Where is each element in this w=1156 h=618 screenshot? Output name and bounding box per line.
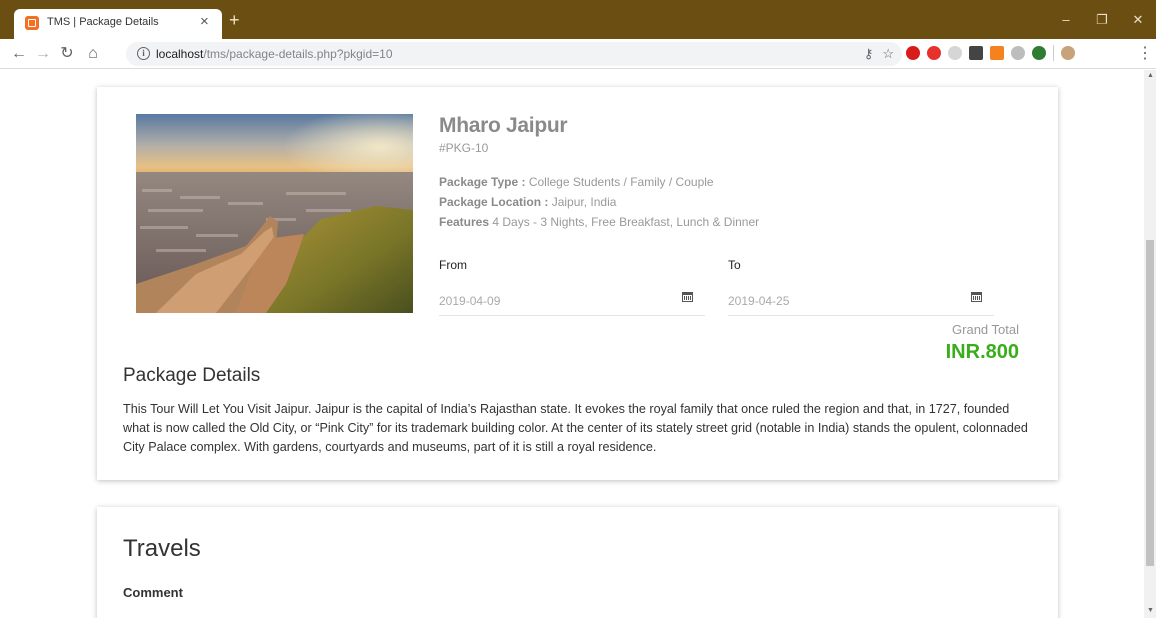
to-date-value[interactable]: 2019-04-25 xyxy=(728,294,789,308)
comment-label: Comment xyxy=(123,585,183,600)
scroll-up-arrow-icon[interactable]: ▲ xyxy=(1147,72,1154,79)
scrollbar-thumb[interactable] xyxy=(1146,240,1154,566)
browser-tab[interactable]: TMS | Package Details × xyxy=(14,9,222,39)
grand-total-value: INR.800 xyxy=(945,341,1019,363)
package-code: #PKG-10 xyxy=(439,141,489,155)
forward-arrow-icon[interactable]: → xyxy=(32,43,54,65)
minimize-button[interactable]: – xyxy=(1048,0,1084,39)
package-info: Mharo Jaipur #PKG-10 Package Type : Coll… xyxy=(439,114,1029,232)
to-date-group: To 2019-04-25 xyxy=(728,258,994,316)
rss-extension-icon[interactable] xyxy=(990,46,1004,60)
site-favicon-icon xyxy=(25,16,39,30)
extensions-bar xyxy=(906,45,1075,61)
restore-button[interactable]: ❐ xyxy=(1084,0,1120,39)
package-features-row: Features 4 Days - 3 Nights, Free Breakfa… xyxy=(439,215,760,229)
close-window-button[interactable]: ✕ xyxy=(1120,0,1156,39)
travels-title: Travels xyxy=(123,535,201,562)
tab-title: TMS | Package Details xyxy=(47,16,159,28)
browser-menu-icon[interactable]: ⋮ xyxy=(1137,43,1153,63)
bookmark-star-icon[interactable]: ☆ xyxy=(882,46,894,62)
travels-card: Travels Comment xyxy=(97,507,1058,618)
profile-avatar[interactable] xyxy=(1061,46,1075,60)
back-arrow-icon[interactable]: ← xyxy=(8,43,30,65)
package-details-title: Package Details xyxy=(123,365,261,386)
from-date-input[interactable]: 2019-04-09 xyxy=(439,292,705,316)
tab-close-icon[interactable]: × xyxy=(200,14,209,30)
package-location-row: Package Location : Jaipur, India xyxy=(439,195,617,209)
ublock-extension-icon[interactable] xyxy=(927,46,941,60)
globe-extension-icon[interactable] xyxy=(1032,46,1046,60)
toolbar-divider xyxy=(1053,45,1054,61)
cloud-extension-icon[interactable] xyxy=(1011,46,1025,60)
from-date-label: From xyxy=(439,258,467,272)
package-image xyxy=(136,114,413,313)
browser-tabbar: TMS | Package Details × + – ❐ ✕ xyxy=(0,0,1156,39)
selenium-extension-icon[interactable] xyxy=(969,46,983,60)
from-date-value[interactable]: 2019-04-09 xyxy=(439,294,500,308)
address-bar[interactable]: i localhost/tms/package-details.php?pkgi… xyxy=(126,42,902,66)
calendar-icon[interactable] xyxy=(682,292,693,302)
reload-icon[interactable]: ↻ xyxy=(56,43,78,65)
url-text[interactable]: localhost/tms/package-details.php?pkgid=… xyxy=(156,47,393,61)
from-date-group: From 2019-04-09 xyxy=(439,258,705,316)
to-date-label: To xyxy=(728,258,741,272)
new-tab-button[interactable]: + xyxy=(229,11,240,29)
package-card: Mharo Jaipur #PKG-10 Package Type : Coll… xyxy=(97,87,1058,480)
package-attributes: Package Type : College Students / Family… xyxy=(439,172,1029,232)
to-date-input[interactable]: 2019-04-25 xyxy=(728,292,994,316)
package-name: Mharo Jaipur xyxy=(439,114,568,137)
package-type-row: Package Type : College Students / Family… xyxy=(439,175,714,189)
package-details-text: This Tour Will Let You Visit Jaipur. Jai… xyxy=(123,402,1028,454)
home-icon[interactable]: ⌂ xyxy=(82,43,104,65)
calendar-icon[interactable] xyxy=(971,292,982,302)
site-info-icon[interactable]: i xyxy=(137,47,150,60)
page-scrollbar[interactable]: ▲ ▼ xyxy=(1144,70,1156,618)
page-viewport: Mharo Jaipur #PKG-10 Package Type : Coll… xyxy=(0,70,1144,618)
grand-total-label: Grand Total xyxy=(952,322,1019,337)
extension-icon[interactable] xyxy=(948,46,962,60)
key-icon[interactable]: ⚷ xyxy=(864,46,874,62)
scroll-down-arrow-icon[interactable]: ▼ xyxy=(1147,607,1154,614)
adblock-extension-icon[interactable] xyxy=(906,46,920,60)
window-controls: – ❐ ✕ xyxy=(1048,0,1156,39)
